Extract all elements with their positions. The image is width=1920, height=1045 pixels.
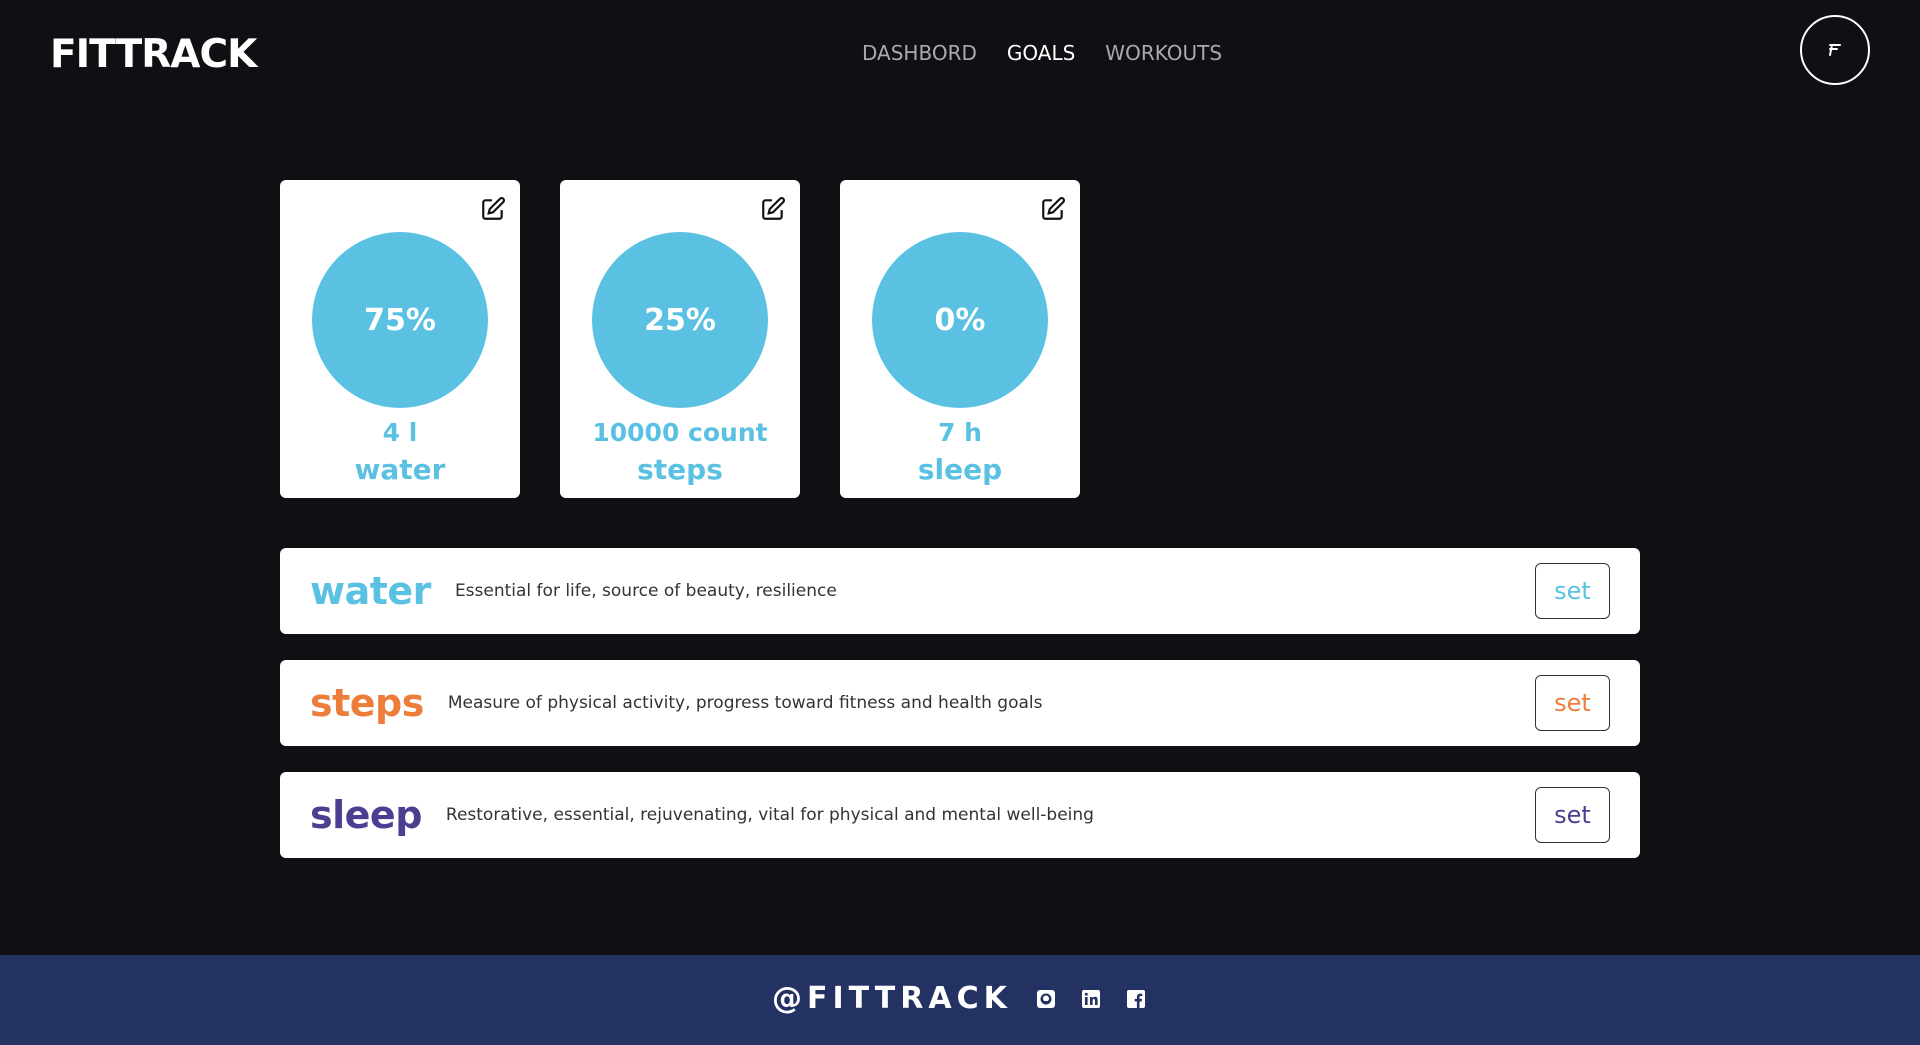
- goal-cards: 75% 4 l water 25% 10000 count steps 0% 7…: [280, 180, 1080, 498]
- profile-avatar-button[interactable]: [1800, 15, 1870, 85]
- set-steps-button[interactable]: set: [1535, 675, 1610, 731]
- progress-circle: 25%: [592, 232, 768, 408]
- goal-descriptions: water Essential for life, source of beau…: [280, 548, 1640, 884]
- goal-row-description: Restorative, essential, rejuvenating, vi…: [445, 805, 1094, 825]
- goal-row-title: sleep: [310, 793, 422, 837]
- progress-circle: 0%: [872, 232, 1048, 408]
- nav-workouts[interactable]: WORKOUTS: [1105, 41, 1222, 65]
- progress-circle: 75%: [312, 232, 488, 408]
- app-logo[interactable]: FITTRACK: [50, 32, 257, 77]
- nav-goals[interactable]: GOALS: [1007, 41, 1075, 65]
- brand-f-icon: [1829, 44, 1841, 56]
- goal-name: steps: [637, 453, 723, 486]
- goal-card-sleep: 0% 7 h sleep: [840, 180, 1080, 498]
- progress-percent: 75%: [364, 302, 436, 338]
- edit-icon[interactable]: [1040, 196, 1066, 222]
- social-links: [1036, 989, 1146, 1009]
- goal-name: water: [354, 453, 446, 486]
- goal-card-water: 75% 4 l water: [280, 180, 520, 498]
- edit-icon[interactable]: [760, 196, 786, 222]
- github-icon[interactable]: [1036, 989, 1056, 1009]
- top-bar: FITTRACK DASHBORD GOALS WORKOUTS: [0, 0, 1920, 108]
- linkedin-icon[interactable]: [1081, 989, 1101, 1009]
- goal-target: 4 l: [382, 418, 418, 447]
- goal-row-description: Essential for life, source of beauty, re…: [454, 581, 837, 601]
- goal-name: sleep: [917, 453, 1003, 486]
- goal-target: 7 h: [938, 418, 982, 447]
- set-water-button[interactable]: set: [1535, 563, 1610, 619]
- footer: @FITTRACK: [0, 955, 1920, 1045]
- footer-brand: @FITTRACK: [772, 981, 1012, 1016]
- main-nav: DASHBORD GOALS WORKOUTS: [862, 41, 1222, 65]
- goal-card-steps: 25% 10000 count steps: [560, 180, 800, 498]
- goal-row-sleep: sleep Restorative, essential, rejuvenati…: [280, 772, 1640, 858]
- facebook-icon[interactable]: [1126, 989, 1146, 1009]
- nav-dashboard[interactable]: DASHBORD: [862, 41, 977, 65]
- goal-row-description: Measure of physical activity, progress t…: [447, 693, 1043, 713]
- goal-row-title: steps: [310, 681, 424, 725]
- set-sleep-button[interactable]: set: [1535, 787, 1610, 843]
- edit-icon[interactable]: [480, 196, 506, 222]
- goal-row-water: water Essential for life, source of beau…: [280, 548, 1640, 634]
- progress-percent: 0%: [934, 302, 986, 338]
- goal-target: 10000 count: [592, 418, 768, 447]
- goal-row-title: water: [310, 569, 431, 613]
- progress-percent: 25%: [644, 302, 716, 338]
- goal-row-steps: steps Measure of physical activity, prog…: [280, 660, 1640, 746]
